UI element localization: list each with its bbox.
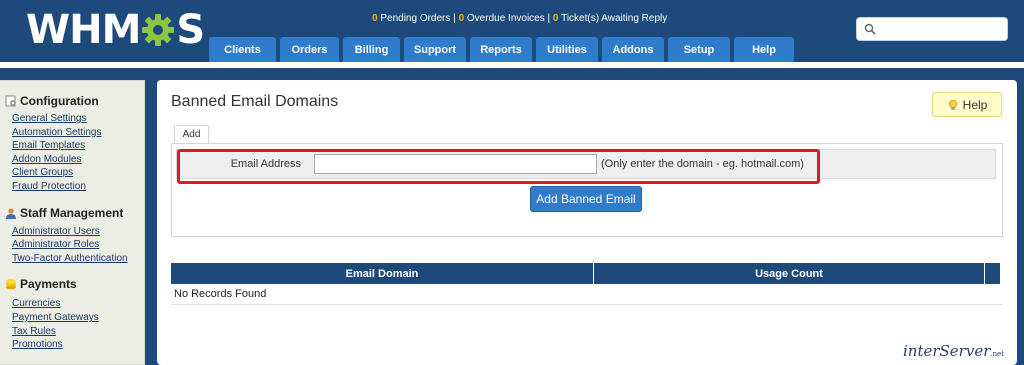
banned-emails-table: Email Domain Usage Count No Records Foun… xyxy=(171,263,1003,305)
status-summary: 0 Pending Orders | 0 Overdue Invoices | … xyxy=(372,13,667,24)
sidebar-heading-label: Configuration xyxy=(20,94,99,108)
search-icon xyxy=(864,23,876,35)
column-header-email-domain[interactable]: Email Domain xyxy=(171,263,593,284)
nav-tab-support[interactable]: Support xyxy=(404,37,466,62)
sidebar-link-client-groups[interactable]: Client Groups xyxy=(12,166,144,180)
nav-tab-billing[interactable]: Billing xyxy=(343,37,400,62)
table-header: Email Domain Usage Count xyxy=(171,263,1003,284)
page-title: Banned Email Domains xyxy=(171,93,339,110)
coins-icon xyxy=(6,279,16,290)
empty-state-row: No Records Found xyxy=(171,284,1003,305)
nav-tab-utilities[interactable]: Utilities xyxy=(536,37,598,62)
column-header-actions xyxy=(985,263,1000,284)
search-input[interactable] xyxy=(877,20,1005,38)
search-box[interactable] xyxy=(856,17,1008,41)
help-button-label: Help xyxy=(962,97,988,112)
main-nav: Clients Orders Billing Support Reports U… xyxy=(209,37,798,62)
whmcs-logo[interactable]: WHM S xyxy=(26,10,205,50)
sidebar-heading-label: Payments xyxy=(20,277,77,292)
interserver-watermark: interServer.net xyxy=(903,342,1004,360)
gear-logo-icon xyxy=(142,14,175,46)
main-content: Banned Email Domains Help Add Email Addr… xyxy=(157,80,1017,365)
tickets-count[interactable]: 0 xyxy=(553,13,559,24)
nav-tab-help[interactable]: Help xyxy=(734,37,794,62)
sidebar-link-fraud-protection[interactable]: Fraud Protection xyxy=(12,180,144,194)
sidebar-section-staff-management: Staff Management Administrator Users Adm… xyxy=(5,205,144,266)
sidebar-link-administrator-roles[interactable]: Administrator Roles xyxy=(12,238,144,252)
sidebar-link-automation-settings[interactable]: Automation Settings xyxy=(12,126,144,140)
gear-doc-icon xyxy=(5,95,16,107)
watermark-text: interServer xyxy=(903,342,991,360)
sidebar-link-two-factor-authentication[interactable]: Two-Factor Authentication xyxy=(12,252,144,266)
help-button[interactable]: Help xyxy=(932,92,1002,117)
tickets-label[interactable]: Ticket(s) Awaiting Reply xyxy=(561,13,667,24)
header-divider xyxy=(0,62,1024,68)
sidebar-link-promotions[interactable]: Promotions xyxy=(12,338,144,352)
tab-add[interactable]: Add xyxy=(174,125,209,144)
sidebar-link-email-templates[interactable]: Email Templates xyxy=(12,139,144,153)
sidebar-link-addon-modules[interactable]: Addon Modules xyxy=(12,153,144,167)
sidebar-link-general-settings[interactable]: General Settings xyxy=(12,112,144,126)
column-header-usage-count[interactable]: Usage Count xyxy=(594,263,984,284)
email-address-label: Email Address xyxy=(230,158,301,170)
pending-orders-count[interactable]: 0 xyxy=(372,13,378,24)
sidebar-heading: Payments xyxy=(5,276,144,292)
nav-tab-orders[interactable]: Orders xyxy=(280,37,339,62)
sidebar: Configuration General Settings Automatio… xyxy=(0,80,145,365)
status-separator: | xyxy=(453,13,456,24)
header: WHM S 0 Pending Orders | 0 Overdue Invoi… xyxy=(0,0,1024,62)
user-icon xyxy=(6,207,16,219)
overdue-invoices-label[interactable]: Overdue Invoices xyxy=(467,13,545,24)
sidebar-section-payments: Payments Currencies Payment Gateways Tax… xyxy=(5,276,144,351)
overdue-invoices-count[interactable]: 0 xyxy=(459,13,465,24)
add-banned-email-form: Email Address (Only enter the domain - e… xyxy=(171,143,1003,237)
sidebar-heading: Staff Management xyxy=(5,205,144,221)
email-address-hint: (Only enter the domain - eg. hotmail.com… xyxy=(601,158,804,170)
status-separator: | xyxy=(547,13,551,24)
sidebar-link-payment-gateways[interactable]: Payment Gateways xyxy=(12,311,144,325)
sidebar-heading-label: Staff Management xyxy=(20,205,124,220)
sidebar-link-tax-rules[interactable]: Tax Rules xyxy=(12,325,144,339)
nav-tab-setup[interactable]: Setup xyxy=(668,37,730,62)
lightbulb-icon xyxy=(948,99,957,110)
nav-tab-clients[interactable]: Clients xyxy=(209,37,276,62)
sidebar-section-configuration: Configuration General Settings Automatio… xyxy=(5,93,144,194)
logo-text-right: S xyxy=(176,7,206,53)
add-banned-email-button[interactable]: Add Banned Email xyxy=(530,186,642,212)
sidebar-heading: Configuration xyxy=(5,93,144,109)
sidebar-link-currencies[interactable]: Currencies xyxy=(12,297,144,311)
watermark-suffix: .net xyxy=(990,350,1005,358)
sidebar-link-administrator-users[interactable]: Administrator Users xyxy=(12,225,144,239)
pending-orders-label[interactable]: Pending Orders xyxy=(380,13,450,24)
nav-tab-addons[interactable]: Addons xyxy=(602,37,664,62)
email-address-input[interactable] xyxy=(314,154,597,174)
email-address-row: Email Address (Only enter the domain - e… xyxy=(176,149,996,179)
logo-text-left: WHM xyxy=(26,7,141,53)
nav-tab-reports[interactable]: Reports xyxy=(470,37,532,62)
